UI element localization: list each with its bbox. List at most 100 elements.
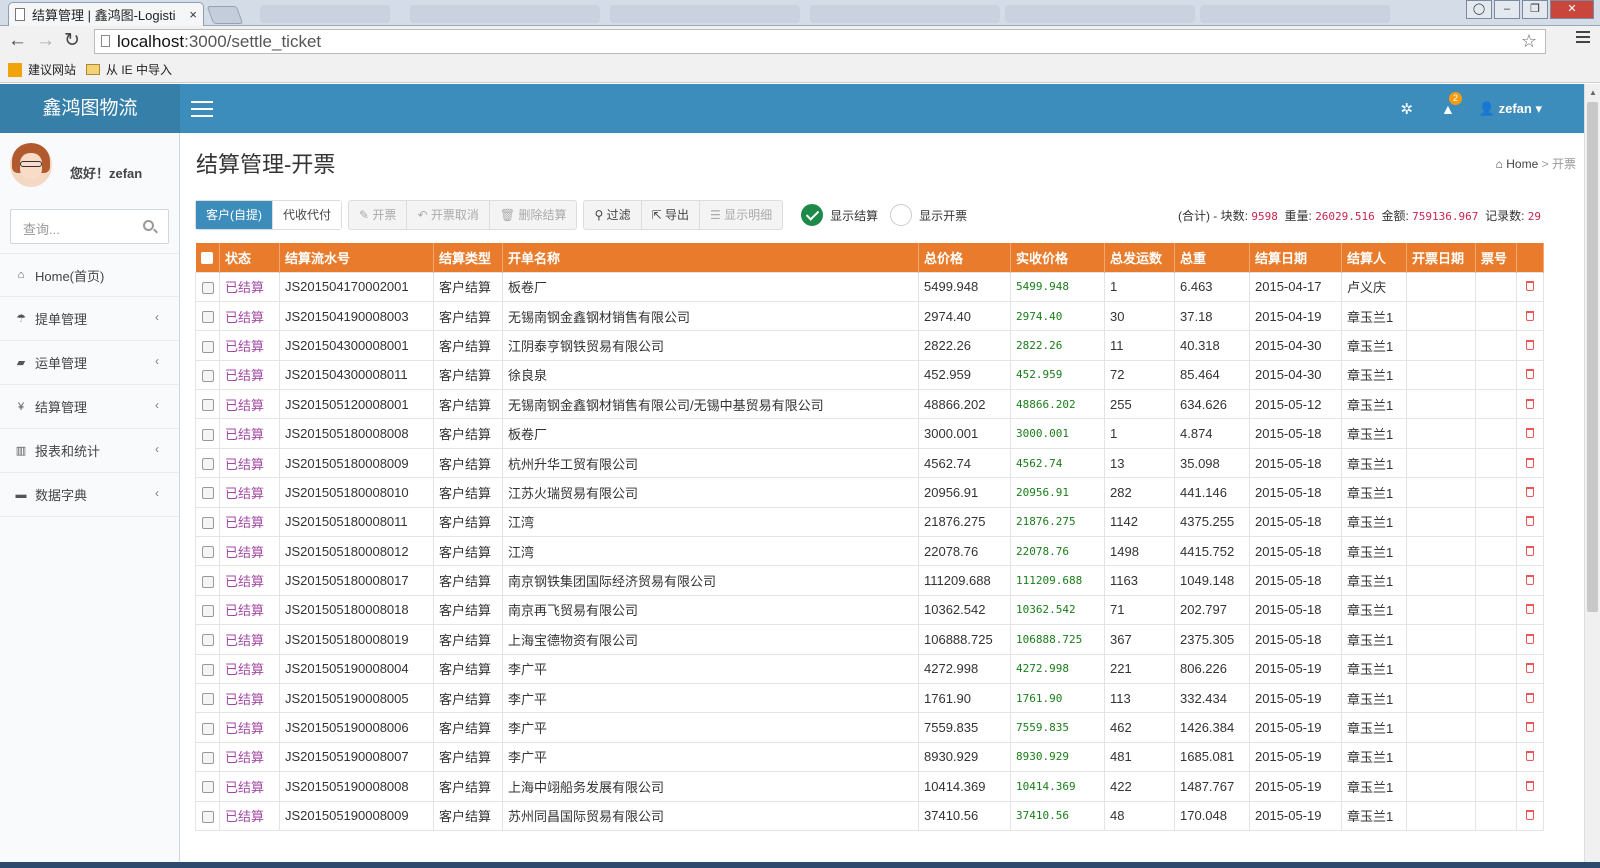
delete-row-button[interactable]: [1516, 536, 1544, 567]
sidebar-item-bill[interactable]: ☂ 提单管理 ‹: [0, 297, 179, 341]
delete-row-button[interactable]: [1516, 389, 1544, 420]
background-tab[interactable]: [410, 5, 600, 23]
page-scrollbar[interactable]: ▲: [1584, 84, 1600, 868]
status-cell[interactable]: 已结算: [219, 418, 280, 449]
app-logo[interactable]: 鑫鸿图物流: [0, 84, 180, 133]
table-row[interactable]: 已结算 JS201505180008009 客户结算 杭州升华工贸有限公司 4562.7…: [195, 447, 1544, 479]
status-cell[interactable]: 已结算: [219, 594, 280, 626]
row-checkbox[interactable]: [195, 418, 220, 449]
delete-row-button[interactable]: [1516, 418, 1544, 449]
column-header[interactable]: 开单名称: [502, 243, 919, 272]
delete-row-button[interactable]: [1516, 300, 1544, 332]
column-header[interactable]: 状态: [219, 243, 280, 272]
delete-settle-button[interactable]: 🗑 删除结算: [490, 201, 577, 229]
tab-customer[interactable]: 客户(自提): [196, 201, 273, 229]
status-cell[interactable]: 已结算: [219, 771, 280, 802]
status-cell[interactable]: 已结算: [219, 653, 280, 684]
bookmark-folder-ie[interactable]: 从 IE 中导入: [86, 61, 172, 78]
table-row[interactable]: 已结算 JS201505190008005 客户结算 李广平 1761.90 1761.9…: [195, 682, 1544, 714]
table-row[interactable]: 已结算 JS201505180008008 客户结算 板卷厂 3000.001 3000.…: [195, 418, 1544, 449]
delete-row-button[interactable]: [1516, 594, 1544, 626]
new-tab-button[interactable]: [206, 6, 244, 24]
status-cell[interactable]: 已结算: [219, 359, 280, 391]
delete-row-button[interactable]: [1516, 653, 1544, 684]
column-header[interactable]: 票号: [1475, 243, 1517, 272]
table-row[interactable]: 已结算 JS201505120008001 客户结算 无锡南钢金鑫钢材销售有限公司/无…: [195, 389, 1544, 420]
table-row[interactable]: 已结算 JS201505180008012 客户结算 江湾 22078.76 22078.…: [195, 536, 1544, 567]
delete-row-button[interactable]: [1516, 741, 1544, 773]
bookmark-suggested-sites[interactable]: 建议网站: [8, 61, 76, 78]
sidebar-search-input[interactable]: 查询...: [10, 209, 169, 244]
status-cell[interactable]: 已结算: [219, 565, 280, 596]
radio-show-invoice[interactable]: 显示开票: [890, 204, 967, 226]
status-cell[interactable]: 已结算: [219, 447, 280, 479]
row-checkbox[interactable]: [195, 771, 220, 802]
invoice-button[interactable]: ✎ 开票: [349, 201, 408, 229]
delete-row-button[interactable]: [1516, 447, 1544, 479]
row-checkbox[interactable]: [195, 300, 220, 332]
radio-show-settle[interactable]: 显示结算: [801, 204, 878, 226]
table-row[interactable]: 已结算 JS201505180008010 客户结算 江苏火瑞贸易有限公司 20956.…: [195, 477, 1544, 508]
close-window-button[interactable]: ✕: [1550, 0, 1594, 19]
status-cell[interactable]: 已结算: [219, 271, 280, 302]
alert-icon[interactable]: ▲ 2: [1441, 91, 1462, 117]
tab-agent-collect[interactable]: 代收代付: [273, 201, 342, 229]
column-header[interactable]: 总重: [1174, 243, 1250, 272]
delete-row-button[interactable]: [1516, 565, 1544, 596]
row-checkbox[interactable]: [195, 536, 220, 567]
background-tab[interactable]: [260, 5, 390, 23]
select-all-checkbox[interactable]: [195, 243, 220, 272]
sidebar-item-waybill[interactable]: ▰ 运单管理 ‹: [0, 341, 179, 385]
row-checkbox[interactable]: [195, 800, 220, 831]
row-checkbox[interactable]: [195, 565, 220, 596]
status-cell[interactable]: 已结算: [219, 389, 280, 420]
table-row[interactable]: 已结算 JS201505180008018 客户结算 南京再飞贸易有限公司 10362.…: [195, 594, 1544, 626]
scroll-up-arrow-icon[interactable]: ▲: [1589, 88, 1597, 97]
status-cell[interactable]: 已结算: [219, 536, 280, 567]
delete-row-button[interactable]: [1516, 271, 1544, 302]
scrollbar-thumb[interactable]: [1587, 102, 1598, 612]
row-checkbox[interactable]: [195, 682, 220, 714]
row-checkbox[interactable]: [195, 594, 220, 626]
sidebar-item-settlement[interactable]: ¥ 结算管理 ‹: [0, 385, 179, 429]
forward-arrow-icon[interactable]: →: [36, 29, 55, 53]
table-row[interactable]: 已结算 JS201505190008004 客户结算 李广平 4272.998 4272.…: [195, 653, 1544, 684]
column-header[interactable]: 总价格: [918, 243, 1011, 272]
row-checkbox[interactable]: [195, 624, 220, 655]
table-row[interactable]: 已结算 JS201504300008011 客户结算 徐良泉 452.959 452.95…: [195, 359, 1544, 391]
background-tab[interactable]: [610, 5, 800, 23]
delete-row-button[interactable]: [1516, 682, 1544, 714]
row-checkbox[interactable]: [195, 653, 220, 684]
status-cell[interactable]: 已结算: [219, 741, 280, 773]
row-checkbox[interactable]: [195, 712, 220, 743]
delete-row-button[interactable]: [1516, 712, 1544, 743]
search-icon[interactable]: [143, 220, 154, 231]
column-header[interactable]: 结算日期: [1249, 243, 1342, 272]
delete-row-button[interactable]: [1516, 800, 1544, 831]
row-checkbox[interactable]: [195, 477, 220, 508]
table-row[interactable]: 已结算 JS201505190008009 客户结算 苏州同昌国际贸易有限公司 3741…: [195, 800, 1544, 831]
table-row[interactable]: 已结算 JS201505180008011 客户结算 江湾 21876.275 21876…: [195, 506, 1544, 538]
reload-icon[interactable]: ↻: [64, 29, 80, 53]
back-arrow-icon[interactable]: ←: [8, 29, 27, 53]
row-checkbox[interactable]: [195, 741, 220, 773]
status-cell[interactable]: 已结算: [219, 300, 280, 332]
close-tab-icon[interactable]: ×: [189, 7, 197, 22]
background-tab[interactable]: [1005, 5, 1195, 23]
background-tab[interactable]: [810, 5, 1000, 23]
delete-row-button[interactable]: [1516, 477, 1544, 508]
status-cell[interactable]: 已结算: [219, 712, 280, 743]
maximize-button[interactable]: ❐: [1522, 0, 1548, 19]
column-header[interactable]: 结算类型: [433, 243, 503, 272]
table-row[interactable]: 已结算 JS201505180008017 客户结算 南京钢铁集团国际经济贸易有限公司…: [195, 565, 1544, 596]
status-cell[interactable]: 已结算: [219, 506, 280, 538]
delete-row-button[interactable]: [1516, 624, 1544, 655]
row-checkbox[interactable]: [195, 271, 220, 302]
sidebar-toggle-icon[interactable]: [191, 101, 213, 122]
table-row[interactable]: 已结算 JS201504170002001 客户结算 板卷厂 5499.948 5499.…: [195, 271, 1544, 302]
delete-row-button[interactable]: [1516, 359, 1544, 391]
row-checkbox[interactable]: [195, 330, 220, 361]
gear-icon[interactable]: ✲: [1400, 100, 1413, 118]
cancel-invoice-button[interactable]: ↶ 开票取消: [407, 201, 490, 229]
row-checkbox[interactable]: [195, 389, 220, 420]
